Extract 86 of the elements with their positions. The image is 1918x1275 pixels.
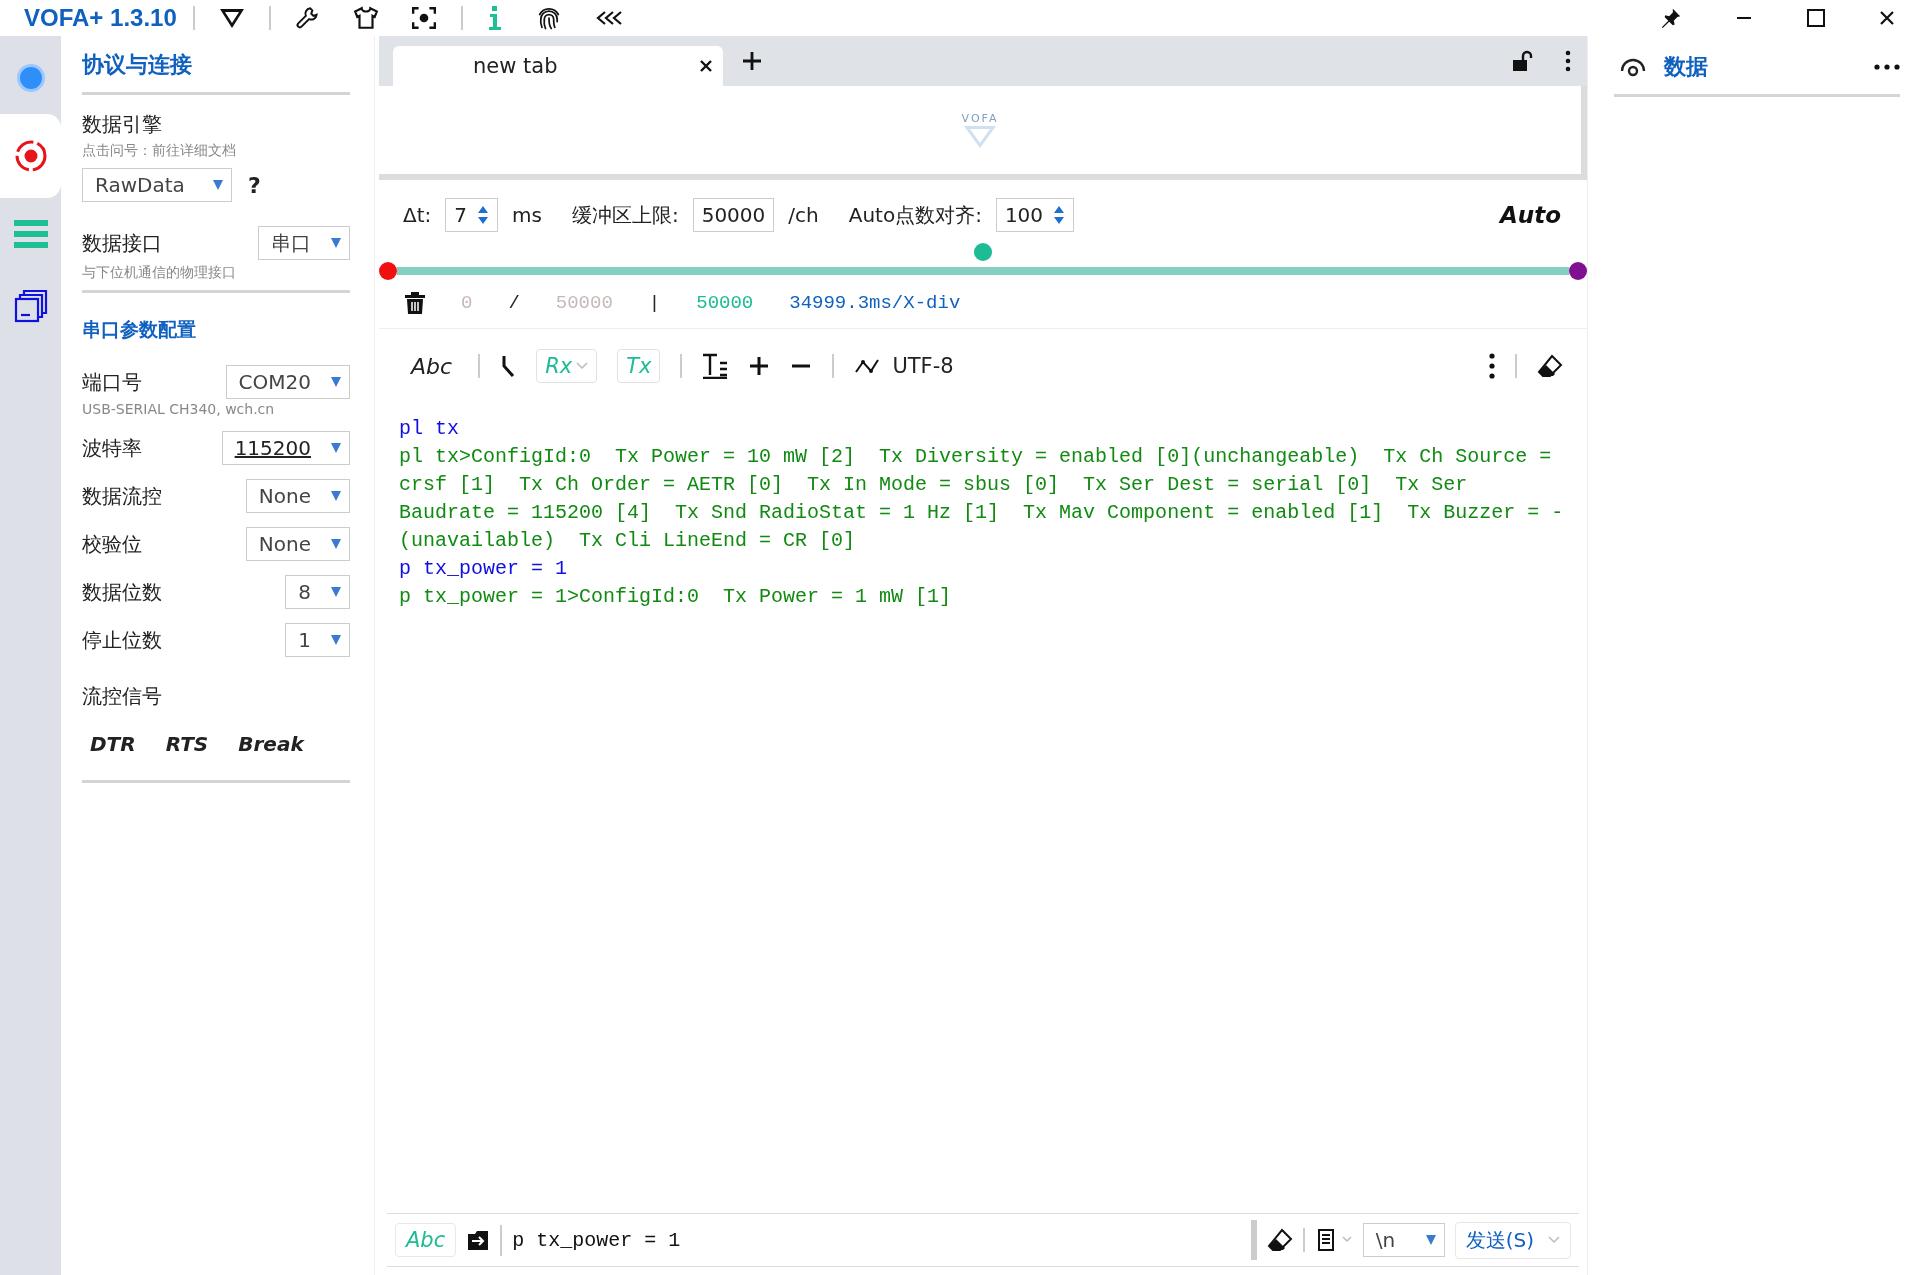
- v-logo-icon: [963, 124, 997, 149]
- field-label: 波特率: [82, 434, 142, 462]
- engine-dropdown[interactable]: RawData: [82, 168, 232, 202]
- eye-icon[interactable]: [1620, 57, 1646, 77]
- interval-spinbox[interactable]: 7: [445, 198, 498, 232]
- buffer-text: 50000: [696, 292, 754, 314]
- hint-text: USB-SERIAL CH340, wch.cn: [82, 401, 276, 417]
- spin-arrows-icon[interactable]: [1053, 204, 1066, 226]
- field-label: 数据位数: [82, 578, 162, 606]
- unlock-icon[interactable]: [1511, 50, 1533, 72]
- range-end-handle[interactable]: [1569, 262, 1587, 280]
- eraser-icon[interactable]: [1537, 354, 1563, 378]
- align-spinbox[interactable]: 100: [995, 198, 1075, 232]
- field-dropdown[interactable]: COM20: [225, 365, 350, 399]
- field-label: 数据接口: [82, 229, 162, 257]
- close-icon[interactable]: [1878, 9, 1896, 27]
- eraser-icon[interactable]: [1266, 1228, 1293, 1252]
- separator-text: |: [648, 292, 661, 314]
- windows-icon: [13, 289, 48, 323]
- spin-arrows-icon[interactable]: [477, 204, 489, 226]
- pen-icon[interactable]: [500, 354, 517, 378]
- more-icon[interactable]: [1489, 353, 1495, 379]
- buffer-field[interactable]: 50000: [692, 198, 775, 232]
- plus-icon[interactable]: [748, 355, 771, 377]
- text-format-icon[interactable]: [702, 353, 729, 379]
- import-icon[interactable]: [466, 1228, 491, 1252]
- field-dropdown[interactable]: 8: [285, 575, 350, 609]
- field-dropdown[interactable]: 1: [285, 623, 350, 657]
- field-label: 端口号: [82, 368, 142, 396]
- tab[interactable]: new tab: [393, 46, 723, 86]
- log-line: p tx_power = 1: [399, 556, 569, 582]
- add-tab-icon[interactable]: [741, 50, 763, 72]
- line-end-dropdown[interactable]: \n: [1362, 1223, 1445, 1257]
- maximize-icon[interactable]: [1806, 8, 1826, 28]
- field-label: 流控信号: [82, 683, 163, 710]
- trash-icon[interactable]: [405, 292, 425, 314]
- tab-label: new tab: [473, 54, 558, 78]
- field-dropdown[interactable]: None: [245, 527, 350, 561]
- caret-icon: [576, 362, 589, 370]
- signal-button[interactable]: DTR: [82, 728, 144, 760]
- send-button[interactable]: 发送(S): [1454, 1221, 1571, 1259]
- format-button[interactable]: Abc: [405, 352, 459, 380]
- field-label: Auto点数对齐:: [848, 201, 982, 229]
- range-start-handle[interactable]: [379, 262, 397, 280]
- app-title: VOFA+ 1.3.10: [24, 4, 177, 32]
- more-icon[interactable]: [1565, 50, 1571, 72]
- count-text: 0: [461, 292, 473, 314]
- log-line: pl tx>ConfigId:0 Tx Power = 10 mW [2] Tx Diversity = enabled [0](unchangeable) Tx Ch Source = crsf [1] Tx Ch Order = AETR [0] Tx In Mode = sbus [0] Tx Ser Dest = serial [0] Tx Ser Baudrate = 115200 [4] Tx Snd RadioStat = 1 Hz [1] Tx Mav Component = enabled [1] Tx Buzzer = - (unavailable) Tx Cli LineEnd = CR [0]: [399, 444, 1565, 554]
- close-icon[interactable]: [699, 59, 713, 73]
- field-dropdown[interactable]: None: [245, 479, 350, 513]
- auto-button[interactable]: Auto: [1494, 201, 1567, 229]
- logo-text: VOFA: [961, 111, 999, 125]
- field-label: 校验位: [82, 530, 142, 558]
- section-title: 串口参数配置: [82, 317, 197, 342]
- encoding-label[interactable]: UTF-8: [892, 354, 954, 378]
- field-label: 数据引擎: [82, 111, 163, 138]
- pin-icon[interactable]: [1660, 7, 1682, 29]
- signal-button[interactable]: RTS: [157, 728, 217, 760]
- menu-icon: [13, 220, 48, 248]
- shirt-icon[interactable]: [352, 5, 379, 31]
- field-label: 数据流控: [82, 482, 162, 510]
- unit-label: /ch: [788, 203, 819, 227]
- status-dot-icon: [14, 62, 47, 94]
- field-label: Δt:: [403, 203, 432, 227]
- more-icon[interactable]: [1874, 64, 1900, 70]
- time-scale-text: 34999.3ms/X-div: [789, 292, 961, 314]
- hint-text: 点击问号：前往详细文档: [82, 142, 237, 160]
- slider-thumb[interactable]: [974, 243, 992, 261]
- interface-dropdown[interactable]: 串口: [258, 226, 350, 260]
- screenshot-icon[interactable]: [410, 5, 437, 31]
- section-title: 协议与连接: [82, 51, 193, 79]
- unit-label: ms: [512, 203, 542, 227]
- field-dropdown[interactable]: 115200: [221, 431, 350, 465]
- help-link[interactable]: ?: [248, 172, 261, 198]
- field-label: 停止位数: [82, 626, 162, 654]
- signal-button[interactable]: Break: [230, 728, 312, 760]
- caret-icon: [1548, 1236, 1560, 1244]
- v-logo-icon[interactable]: [218, 7, 245, 29]
- limit-text: 50000: [555, 292, 613, 314]
- field-label: 缓冲区上限:: [571, 201, 679, 229]
- wrench-icon[interactable]: [294, 5, 321, 31]
- panel-title: 数据: [1664, 53, 1708, 81]
- log-line: p tx_power = 1>ConfigId:0 Tx Power = 1 mW [1]: [399, 584, 953, 610]
- log-line: pl tx: [399, 416, 460, 442]
- separator-text: /: [508, 292, 520, 314]
- hint-text: 与下位机通信的物理接口: [82, 264, 237, 282]
